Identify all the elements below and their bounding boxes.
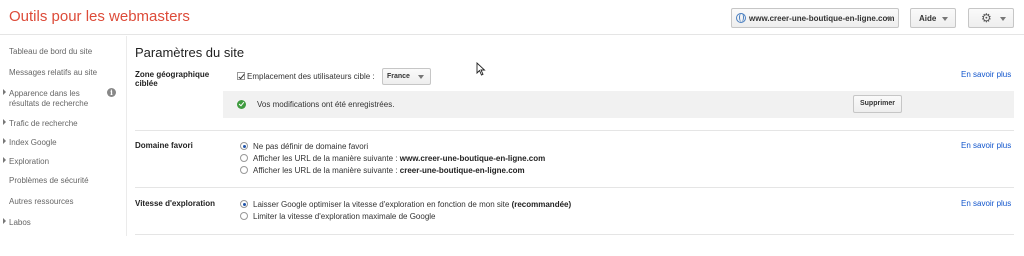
sidebar-item-label: Problèmes de sécurité (9, 176, 89, 185)
chevron-down-icon (942, 17, 948, 21)
sidebar-item-messages[interactable]: Messages relatifs au site (9, 68, 97, 77)
preferred-domain-label: Domaine favori (135, 141, 193, 150)
domain-radio-nonwww[interactable] (240, 166, 248, 174)
option-text: Ne pas définir de domaine favori (253, 142, 369, 151)
domain-option-www-label: Afficher les URL de la manière suivante … (253, 154, 545, 163)
top-header: Outils pour les webmasters www.creer-une… (0, 0, 1024, 35)
learn-more-link-geo[interactable]: En savoir plus (961, 70, 1011, 79)
domain-radio-www[interactable] (240, 154, 248, 162)
country-select[interactable]: France (382, 68, 431, 85)
geo-target-label: Zone géographique ciblée (135, 70, 209, 88)
domain-radio-none[interactable] (240, 142, 248, 150)
sidebar-item-security-issues[interactable]: Problèmes de sécurité (9, 176, 89, 185)
section-divider (135, 130, 1014, 131)
sidebar-item-search-appearance[interactable]: Apparence dans les résultats de recherch… (3, 89, 88, 109)
sidebar-item-labs[interactable]: Labos (3, 218, 31, 227)
crawl-rate-label: Vitesse d'exploration (135, 199, 216, 208)
section-divider (135, 234, 1014, 235)
sidebar-item-crawl[interactable]: Exploration (3, 157, 49, 166)
geo-target-label-line1: Zone géographique (135, 70, 210, 79)
app-title[interactable]: Outils pour les webmasters (9, 8, 190, 25)
check-circle-icon (237, 100, 246, 109)
info-icon[interactable]: i (107, 88, 116, 97)
sidebar-item-search-traffic[interactable]: Trafic de recherche (3, 119, 78, 128)
sidebar-item-label: résultats de recherche (9, 99, 89, 108)
site-selector-label: www.creer-une-boutique-en-ligne.com (749, 13, 895, 23)
sidebar-item-label: Trafic de recherche (9, 119, 78, 128)
webmaster-tools-page: Outils pour les webmasters www.creer-une… (0, 0, 1024, 256)
option-recommended: (recommandée) (511, 200, 572, 209)
geo-target-checkbox[interactable] (237, 72, 245, 80)
crawl-option-auto-label: Laisser Google optimiser la vitesse d'ex… (253, 200, 571, 209)
sidebar-item-label: Autres ressources (9, 197, 74, 206)
sidebar-item-label: Messages relatifs au site (9, 68, 98, 77)
delete-button[interactable]: Supprimer (853, 95, 902, 113)
sidebar-item-other-resources[interactable]: Autres ressources (9, 197, 73, 206)
sidebar-item-label: Exploration (9, 157, 50, 166)
settings-button[interactable]: ⚙ (968, 8, 1014, 28)
section-divider (135, 187, 1014, 188)
country-select-value: France (387, 73, 410, 80)
success-notice-text: Vos modifications ont été enregistrées. (257, 100, 395, 109)
page-title: Paramètres du site (135, 45, 245, 60)
chevron-down-icon (886, 17, 892, 21)
site-selector[interactable]: www.creer-une-boutique-en-ligne.com (731, 8, 899, 28)
option-text: Limiter la vitesse d'exploration maximal… (253, 212, 436, 221)
option-domain: creer-une-boutique-en-ligne.com (399, 166, 525, 175)
expand-arrow-icon (3, 218, 6, 224)
crawl-radio-limit[interactable] (240, 212, 248, 220)
gear-icon: ⚙ (981, 11, 992, 25)
sidebar-item-label: Index Google (9, 138, 57, 147)
sidebar-item-google-index[interactable]: Index Google (3, 138, 57, 147)
help-button[interactable]: Aide (910, 8, 956, 28)
chevron-down-icon (418, 75, 424, 79)
expand-arrow-icon (3, 138, 6, 144)
option-domain: www.creer-une-boutique-en-ligne.com (399, 154, 546, 163)
domain-option-none-label: Ne pas définir de domaine favori (253, 142, 368, 151)
geo-target-label-line2: ciblée (135, 79, 158, 88)
sidebar-item-dashboard[interactable]: Tableau de bord du site (9, 47, 92, 56)
option-text: Afficher les URL de la manière suivante … (253, 166, 400, 175)
learn-more-link-domain[interactable]: En savoir plus (961, 141, 1011, 150)
learn-more-link-crawl[interactable]: En savoir plus (961, 199, 1011, 208)
expand-arrow-icon (3, 89, 6, 95)
chevron-down-icon (1000, 17, 1006, 21)
help-button-label: Aide (919, 13, 937, 23)
option-text: Laisser Google optimiser la vitesse d'ex… (253, 200, 512, 209)
sidebar: Tableau de bord du site Messages relatif… (0, 36, 127, 236)
expand-arrow-icon (3, 157, 6, 163)
option-text: Afficher les URL de la manière suivante … (253, 154, 400, 163)
expand-arrow-icon (3, 119, 6, 125)
globe-icon (736, 13, 746, 23)
geo-target-checkbox-label: Emplacement des utilisateurs cible : (247, 72, 375, 81)
crawl-option-limit-label: Limiter la vitesse d'exploration maximal… (253, 212, 436, 221)
success-notice: Vos modifications ont été enregistrées. … (223, 91, 1014, 118)
domain-option-nonwww-label: Afficher les URL de la manière suivante … (253, 166, 525, 175)
crawl-radio-auto[interactable] (240, 200, 248, 208)
sidebar-item-label: Tableau de bord du site (9, 47, 93, 56)
sidebar-item-label: Labos (9, 218, 31, 227)
mouse-cursor-icon (476, 62, 486, 76)
sidebar-item-label: Apparence dans les (9, 89, 80, 98)
